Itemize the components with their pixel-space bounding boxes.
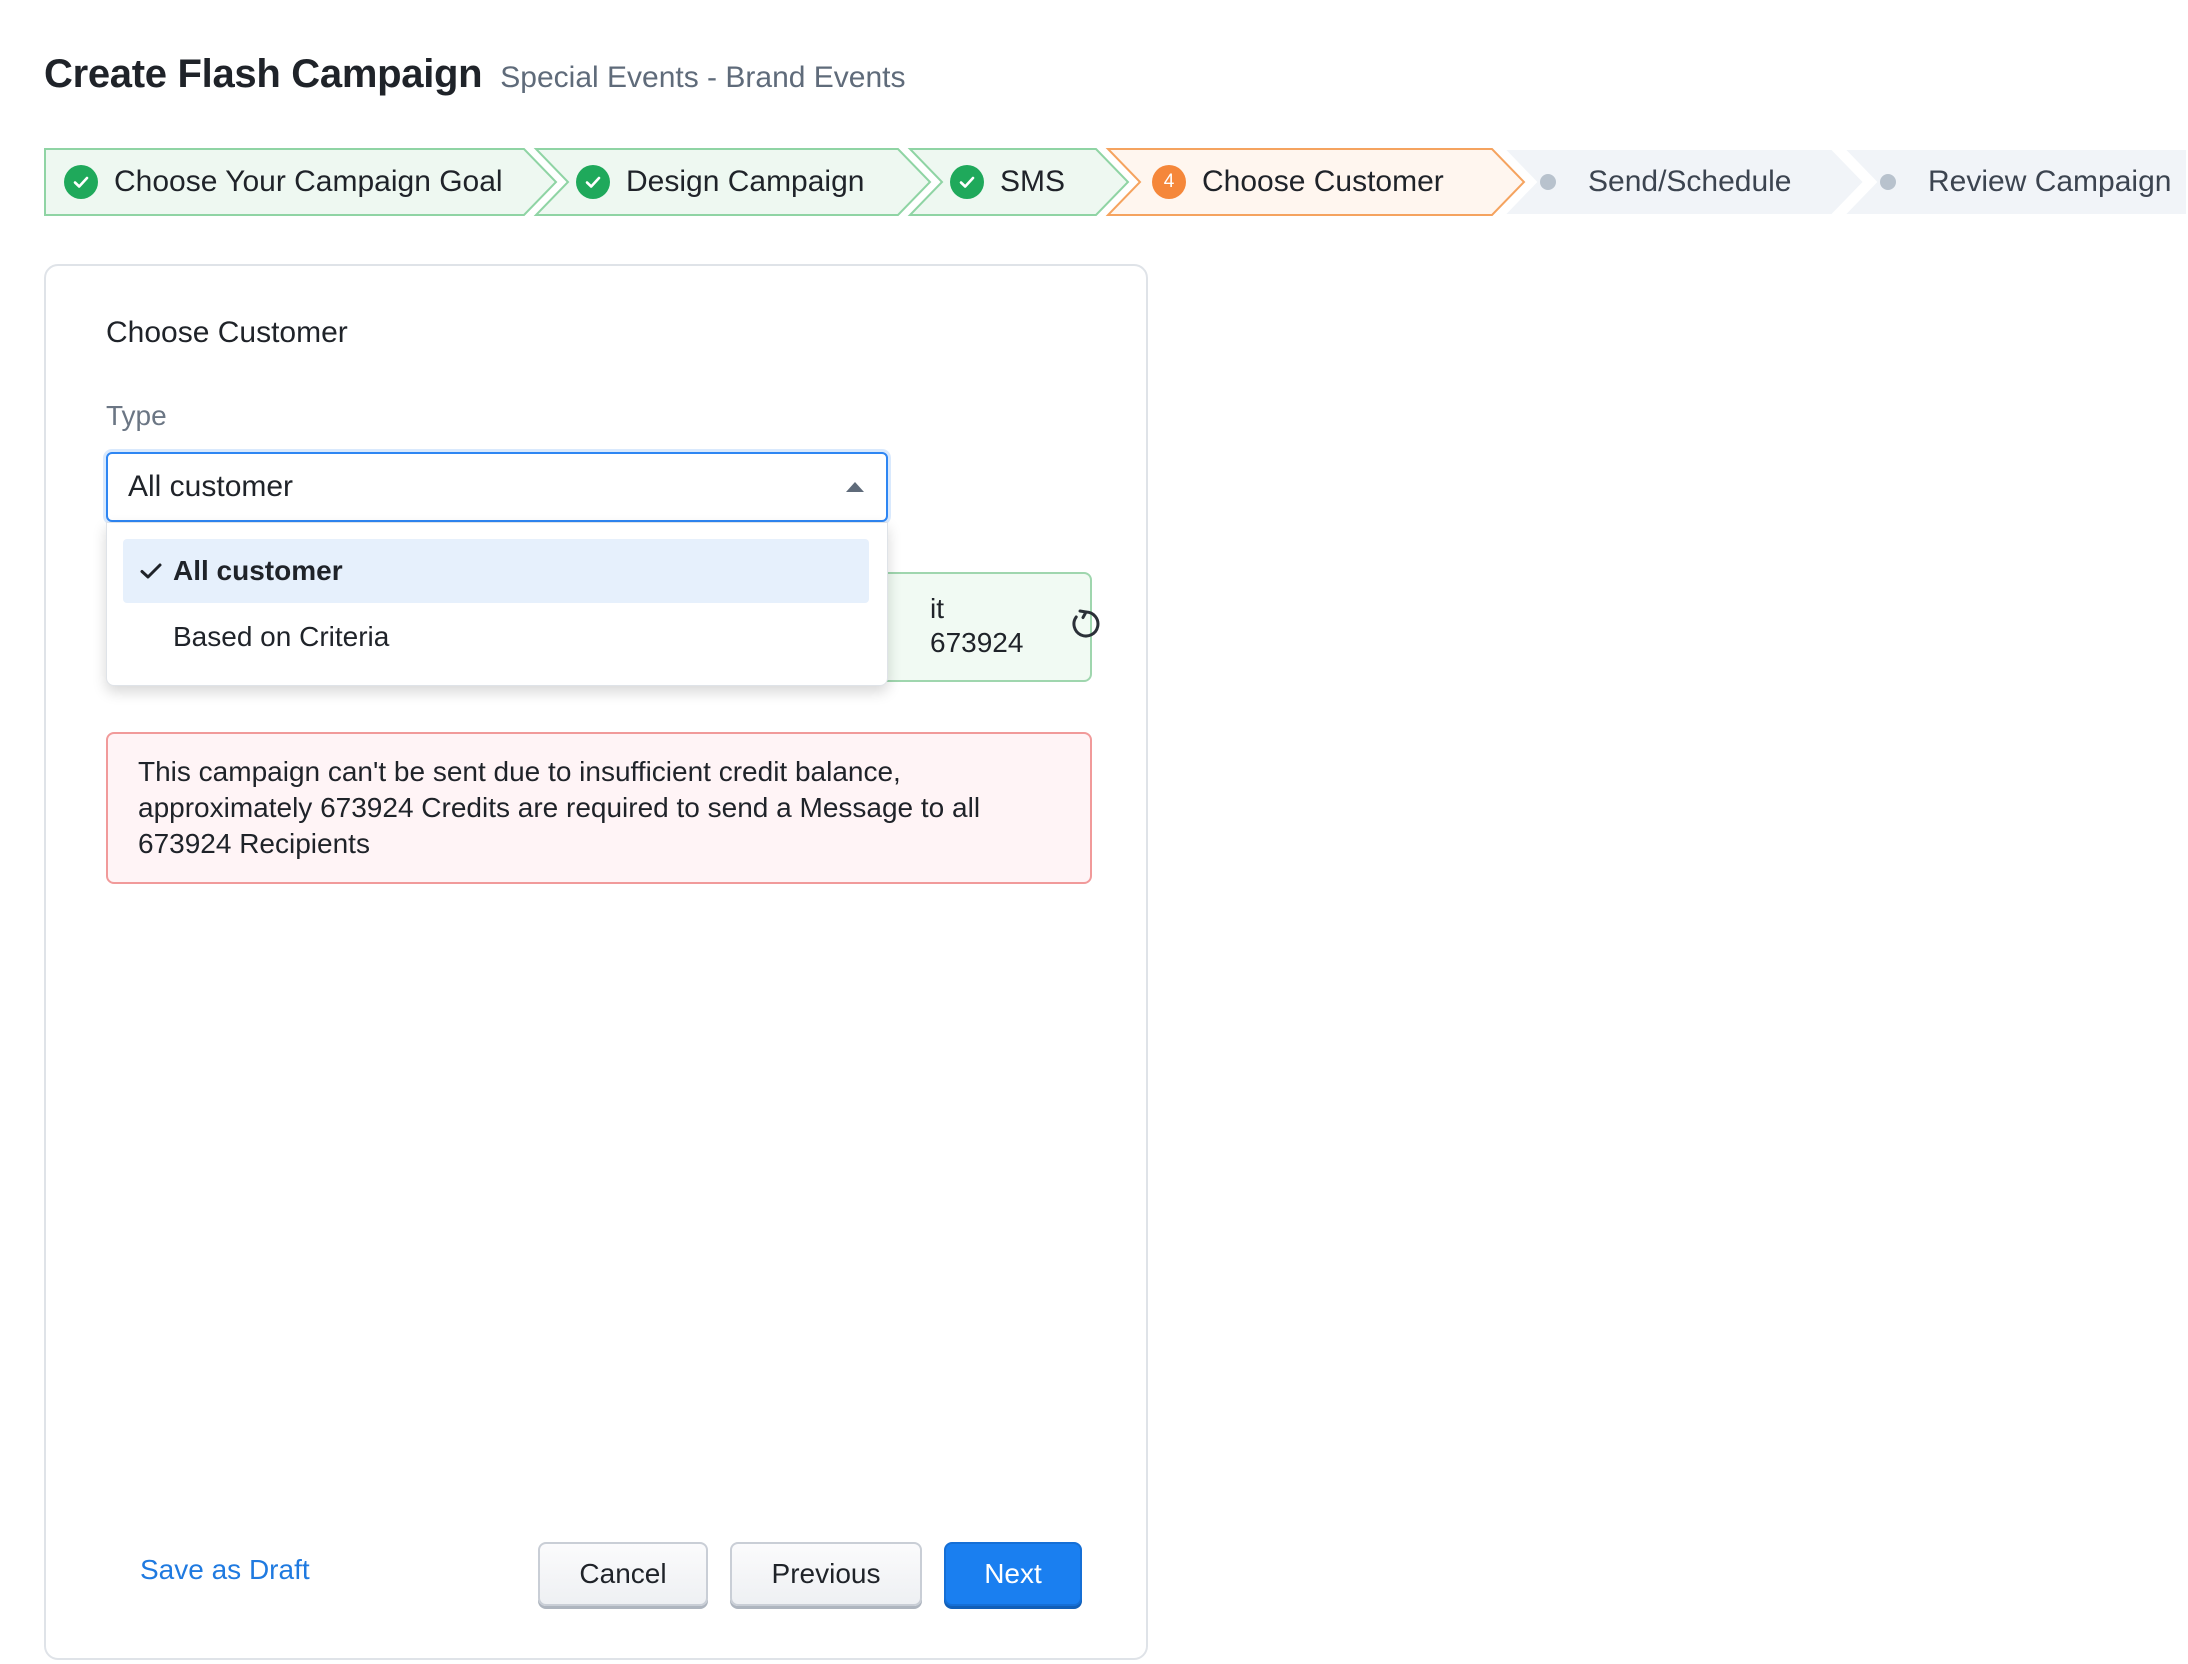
customer-type-dropdown: All customer Based on Criteria [106, 522, 888, 686]
step-number-badge: 4 [1152, 165, 1186, 199]
selected-check-icon [140, 563, 162, 579]
step-label: SMS [1000, 165, 1066, 198]
option-label: All customer [173, 555, 343, 586]
step-complete-check-icon [950, 165, 984, 199]
step-label: Review Campaign [1928, 165, 2172, 198]
cancel-button[interactable]: Cancel [538, 1542, 708, 1606]
save-as-draft-link[interactable]: Save as Draft [140, 1554, 310, 1586]
choose-customer-card: Choose Customer Type All customer it 673… [44, 264, 1148, 1660]
campaign-stepper: Choose Your Campaign Goal Design Campaig… [44, 148, 2188, 216]
alert-message: This campaign can't be sent due to insuf… [138, 756, 981, 859]
step-pending-dot-icon [1880, 174, 1896, 190]
caret-up-icon [846, 482, 864, 492]
type-label: Type [106, 400, 167, 431]
step-label: Choose Your Campaign Goal [114, 165, 503, 198]
page-header: Create Flash Campaign Special Events - B… [44, 52, 906, 97]
step-design-campaign[interactable]: Design Campaign [576, 148, 864, 216]
section-title: Choose Customer [106, 316, 348, 349]
step-sms[interactable]: SMS [950, 148, 1065, 216]
step-complete-check-icon [64, 165, 98, 199]
step-label: Send/Schedule [1588, 165, 1792, 198]
step-complete-check-icon [576, 165, 610, 199]
step-pending-dot-icon [1540, 174, 1556, 190]
step-send-schedule[interactable]: Send/Schedule [1540, 148, 1792, 216]
insufficient-credit-alert: This campaign can't be sent due to insuf… [106, 732, 1092, 884]
option-label: Based on Criteria [173, 621, 390, 652]
step-choose-customer[interactable]: 4 Choose Customer [1152, 148, 1444, 216]
step-label: Choose Customer [1202, 165, 1444, 198]
page-title: Create Flash Campaign [44, 52, 483, 96]
step-label: Design Campaign [626, 165, 865, 198]
refresh-icon[interactable] [1066, 604, 1106, 644]
next-button[interactable]: Next [944, 1542, 1082, 1606]
option-based-on-criteria[interactable]: Based on Criteria [123, 605, 869, 669]
select-value: All customer [128, 470, 294, 503]
customer-type-select[interactable]: All customer [106, 452, 888, 522]
option-all-customer[interactable]: All customer [123, 539, 869, 603]
previous-button[interactable]: Previous [730, 1542, 922, 1606]
page-subtitle: Special Events - Brand Events [500, 61, 906, 94]
step-review-campaign[interactable]: Review Campaign [1880, 148, 2171, 216]
step-choose-campaign-goal[interactable]: Choose Your Campaign Goal [64, 148, 503, 216]
